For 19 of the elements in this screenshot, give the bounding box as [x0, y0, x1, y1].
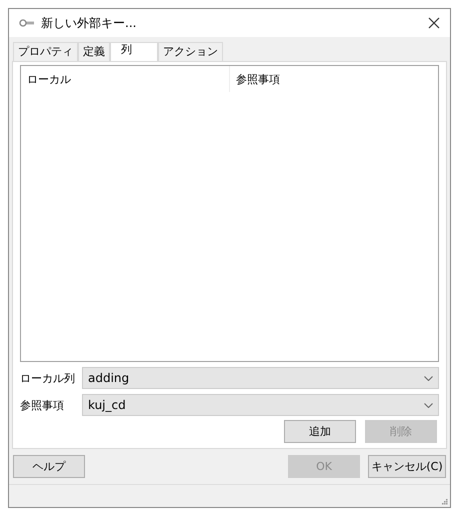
dropdown[interactable]: adding — [82, 367, 439, 389]
close-icon[interactable] — [428, 17, 440, 29]
button[interactable]: 追加 — [284, 420, 356, 443]
field-label: ローカル列 — [20, 370, 76, 386]
column-header[interactable]: 参照事項 — [230, 66, 438, 92]
chevron-down-icon[interactable] — [424, 402, 433, 408]
button[interactable]: ヘルプ — [13, 455, 85, 478]
chevron-down-icon[interactable] — [424, 376, 433, 380]
button[interactable]: キャンセル(C) — [368, 455, 446, 478]
tab[interactable]: 定義 — [78, 42, 110, 61]
tab[interactable]: 列 — [110, 42, 158, 61]
resize-grip-icon[interactable] — [442, 499, 448, 505]
window-title: 新しい外部キー... — [41, 14, 138, 32]
field-label: 参照事項 — [20, 398, 65, 412]
tab[interactable]: アクション — [158, 42, 223, 61]
column-header[interactable]: ローカル — [21, 66, 230, 92]
dropdown[interactable]: kuj_cd — [82, 394, 439, 416]
key-icon — [19, 19, 35, 27]
tab[interactable]: プロパティ — [13, 42, 78, 61]
